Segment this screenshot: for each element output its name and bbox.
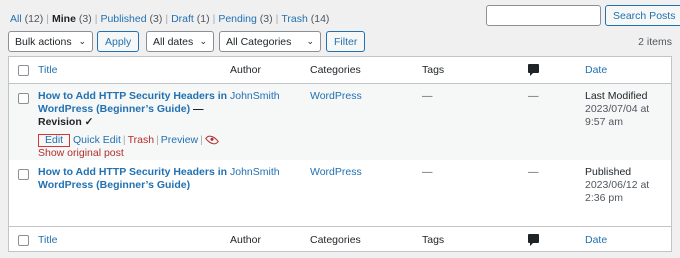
search-box: Search Posts — [486, 5, 680, 26]
date-cell: Last Modified 2023/07/04 at 9:57 am — [585, 90, 671, 129]
row-checkbox[interactable] — [18, 169, 29, 180]
date-value: 2023/07/04 at 9:57 am — [585, 103, 650, 128]
chevron-down-icon: ⌄ — [306, 36, 314, 46]
separator: | — [122, 134, 126, 146]
separator: | — [165, 13, 169, 25]
posts-table: Title Author Categories Tags Date How to… — [8, 56, 672, 252]
author-link[interactable]: JohnSmith — [230, 166, 280, 179]
sort-comments-link[interactable] — [528, 234, 539, 247]
date-status: Published — [585, 166, 632, 178]
column-author: Author — [230, 64, 261, 76]
date-status: Last Modified — [585, 90, 648, 102]
column-tags: Tags — [422, 64, 445, 76]
post-title-link[interactable]: How to Add HTTP Security Headers in Word… — [38, 166, 227, 191]
date-value: 2023/06/12 at 2:36 pm — [585, 179, 650, 204]
filter-button[interactable]: Filter — [326, 31, 366, 52]
date-cell: Published 2023/06/12 at 2:36 pm — [585, 166, 671, 205]
separator: | — [275, 13, 279, 25]
column-categories: Categories — [310, 64, 361, 76]
filter-pending[interactable]: Pending (3) — [218, 13, 272, 25]
title-cell: How to Add HTTP Security Headers in Word… — [38, 166, 228, 192]
search-posts-button[interactable]: Search Posts — [605, 5, 680, 26]
sort-title-link[interactable]: Title — [38, 234, 228, 247]
filter-mine[interactable]: Mine (3) — [52, 13, 92, 25]
separator: | — [212, 13, 216, 25]
sort-date-link[interactable]: Date — [585, 234, 671, 247]
bulk-actions-select[interactable]: Bulk actions ⌄ — [8, 31, 93, 52]
apply-button[interactable]: Apply — [97, 31, 140, 52]
separator: | — [94, 13, 98, 25]
trash-link[interactable]: Trash — [128, 134, 154, 146]
categories-select[interactable]: All Categories ⌄ — [219, 31, 321, 52]
row-actions: Edit Quick Edit | Trash | Preview | Show orig… — [38, 133, 228, 160]
separator: | — [200, 134, 203, 146]
filter-all[interactable]: All (12) — [10, 13, 43, 25]
title-cell: How to Add HTTP Security Headers in Word… — [38, 90, 228, 160]
table-row: How to Add HTTP Security Headers in Word… — [9, 160, 671, 226]
category-link[interactable]: WordPress — [310, 90, 362, 103]
separator: | — [156, 134, 159, 146]
preview-link[interactable]: Preview — [161, 134, 198, 146]
items-count: 2 items — [638, 36, 672, 48]
dates-select[interactable]: All dates ⌄ — [146, 31, 214, 52]
column-tags: Tags — [422, 234, 445, 246]
quick-edit-link[interactable]: Quick Edit — [73, 134, 121, 146]
comment-bubble-icon — [528, 64, 539, 76]
table-row: How to Add HTTP Security Headers in Word… — [9, 84, 671, 160]
author-link[interactable]: JohnSmith — [230, 90, 280, 103]
sort-comments-link[interactable] — [528, 64, 539, 77]
eye-icon — [204, 133, 219, 148]
chevron-down-icon: ⌄ — [78, 36, 86, 46]
row-checkbox[interactable] — [18, 93, 29, 104]
column-author: Author — [230, 234, 261, 246]
comments-value: — — [528, 166, 539, 178]
filter-published[interactable]: Published (3) — [100, 13, 162, 25]
search-input[interactable] — [486, 5, 601, 26]
filter-trash[interactable]: Trash (14) — [281, 13, 329, 25]
select-all-checkbox[interactable] — [18, 65, 29, 76]
select-all-checkbox[interactable] — [18, 235, 29, 246]
status-filters: All (12) | Mine (3) | Published (3) | Draft (1… — [10, 13, 329, 25]
column-categories: Categories — [310, 234, 361, 246]
tags-value: — — [422, 166, 433, 178]
chevron-down-icon: ⌄ — [199, 36, 207, 46]
edit-link[interactable]: Edit — [38, 134, 71, 147]
separator: | — [46, 13, 50, 25]
category-link[interactable]: WordPress — [310, 166, 362, 179]
table-header: Title Author Categories Tags Date — [9, 57, 671, 84]
filter-draft[interactable]: Draft (1) — [171, 13, 210, 25]
tags-value: — — [422, 90, 433, 102]
table-footer: Title Author Categories Tags Date — [9, 226, 671, 253]
sort-title-link[interactable]: Title — [38, 64, 228, 77]
sort-date-link[interactable]: Date — [585, 64, 671, 77]
comments-value: — — [528, 90, 539, 102]
comment-bubble-icon — [528, 234, 539, 246]
